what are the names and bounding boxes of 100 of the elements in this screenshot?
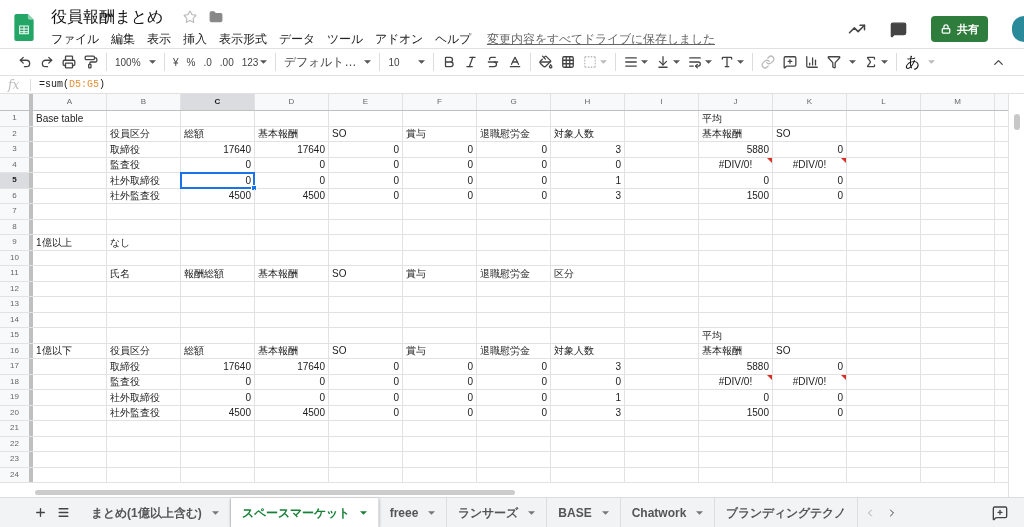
caret-icon[interactable] (359, 510, 367, 515)
row-header[interactable]: 21 (0, 421, 33, 436)
decrease-decimals-button[interactable]: .0 (203, 54, 212, 70)
menu-item[interactable]: ヘルプ (435, 30, 471, 48)
menu-item[interactable]: ファイル (51, 30, 99, 48)
comment-icon[interactable] (890, 20, 907, 38)
caret-icon[interactable] (428, 510, 436, 515)
column-header[interactable]: H (551, 94, 625, 110)
sheet-tab[interactable]: freee (378, 498, 448, 527)
row-header[interactable]: 17 (0, 359, 33, 374)
document-title[interactable]: 役員報酬まとめ (51, 5, 163, 29)
italic-icon[interactable] (464, 55, 479, 69)
formula-text[interactable]: =sum(D5:G5) (39, 77, 106, 92)
caret-icon[interactable] (705, 60, 713, 64)
folder-icon[interactable] (209, 10, 223, 24)
caret-icon[interactable] (528, 510, 536, 515)
add-sheet-icon[interactable] (34, 506, 47, 519)
spreadsheet-logo-icon[interactable] (14, 14, 34, 41)
caret-icon[interactable] (881, 60, 889, 64)
sheet-tab[interactable]: ブランディングテクノ (715, 498, 859, 527)
zoom-select[interactable]: 100% (115, 54, 141, 70)
strikethrough-icon[interactable] (486, 55, 501, 69)
column-header[interactable]: L (847, 94, 921, 110)
borders-icon[interactable] (561, 55, 576, 69)
row-header[interactable]: 19 (0, 390, 33, 405)
paint-format-icon[interactable] (84, 55, 98, 69)
font-size-select[interactable]: 10 (388, 54, 411, 70)
caret-icon[interactable] (260, 60, 268, 64)
horizontal-scrollbar[interactable] (35, 490, 515, 495)
sheet-tab[interactable]: ランサーズ (447, 498, 548, 527)
menu-item[interactable]: アドオン (375, 30, 423, 48)
column-header[interactable]: D (255, 94, 329, 110)
column-header[interactable]: K (773, 94, 847, 110)
vertical-scrollbar[interactable] (1013, 114, 1020, 130)
account-avatar[interactable] (1012, 16, 1024, 42)
table-cell-text: 対象人数 (554, 127, 594, 142)
sheet-tab[interactable]: スペースマーケット (230, 498, 379, 527)
menu-item[interactable]: 表示 (147, 30, 171, 48)
sheet-tab[interactable]: BASE (547, 498, 621, 527)
caret-icon[interactable] (364, 60, 372, 64)
sheet-tab[interactable]: Chatwork (620, 498, 716, 527)
vertical-align-icon[interactable] (656, 55, 671, 69)
caret-icon[interactable] (737, 60, 745, 64)
currency-button[interactable]: ¥ (173, 54, 179, 70)
column-header[interactable]: A (33, 94, 107, 110)
row-header[interactable]: 3 (0, 142, 33, 157)
caret-icon[interactable] (601, 510, 609, 515)
row-header[interactable]: 11 (0, 266, 33, 281)
percent-button[interactable]: % (186, 54, 196, 70)
column-header[interactable]: G (477, 94, 551, 110)
fill-color-icon[interactable] (539, 55, 554, 69)
chart-icon[interactable] (805, 55, 820, 69)
merge-cells-icon[interactable] (583, 55, 598, 69)
sheet-tab[interactable]: まとめ(1億以上含む) (80, 498, 231, 527)
text-rotation-icon[interactable] (720, 55, 735, 69)
row-header[interactable]: 1 (0, 111, 33, 126)
text-color-icon[interactable] (508, 55, 523, 69)
align-icon[interactable] (624, 55, 639, 69)
column-header[interactable]: I (625, 94, 699, 110)
sheet-list-icon[interactable] (57, 506, 70, 519)
menu-item[interactable]: 編集 (111, 30, 135, 48)
more-formats-button[interactable]: 123 (241, 54, 259, 70)
caret-icon[interactable] (696, 510, 704, 515)
row-header[interactable]: 9 (0, 235, 33, 250)
wrap-text-icon[interactable] (688, 55, 703, 69)
column-header[interactable]: E (329, 94, 403, 110)
caret-icon[interactable] (211, 510, 219, 515)
column-header[interactable]: C (181, 94, 255, 110)
caret-icon[interactable] (149, 60, 156, 64)
column-header[interactable]: F (403, 94, 477, 110)
table-cell-text: 賞与 (406, 266, 426, 281)
add-comment-icon[interactable] (783, 55, 798, 69)
redo-icon[interactable] (40, 55, 54, 69)
font-select[interactable]: デフォルト… (284, 54, 357, 70)
menu-item[interactable]: データ (279, 30, 315, 48)
bold-icon[interactable] (442, 55, 457, 69)
filter-icon[interactable] (827, 55, 842, 69)
caret-icon[interactable] (418, 60, 426, 64)
menu-item[interactable]: 挿入 (183, 30, 207, 48)
menu-item[interactable]: 表示形式 (219, 30, 267, 48)
row-header[interactable]: 23 (0, 452, 33, 467)
caret-icon[interactable] (849, 60, 857, 64)
row-header[interactable]: 5 (0, 173, 33, 188)
row-header[interactable]: 15 (0, 328, 33, 343)
input-tools-button[interactable]: あ (905, 50, 921, 74)
menu-item[interactable]: ツール (327, 30, 363, 48)
share-button[interactable]: 共有 (931, 16, 988, 42)
increase-decimals-button[interactable]: .00 (219, 54, 234, 70)
caret-icon[interactable] (673, 60, 681, 64)
row-header[interactable]: 13 (0, 297, 33, 312)
table-cell-text: 0 (837, 406, 843, 421)
table-cell-text: 0 (393, 390, 399, 405)
caret-icon[interactable] (641, 60, 649, 64)
row-header[interactable]: 7 (0, 204, 33, 219)
column-header[interactable]: M (921, 94, 995, 110)
undo-icon[interactable] (18, 55, 32, 69)
column-header[interactable]: J (699, 94, 773, 110)
star-icon[interactable] (183, 10, 197, 24)
save-status-link[interactable]: 変更内容をすべてドライブに保存しました (487, 30, 715, 48)
print-icon[interactable] (62, 55, 76, 69)
